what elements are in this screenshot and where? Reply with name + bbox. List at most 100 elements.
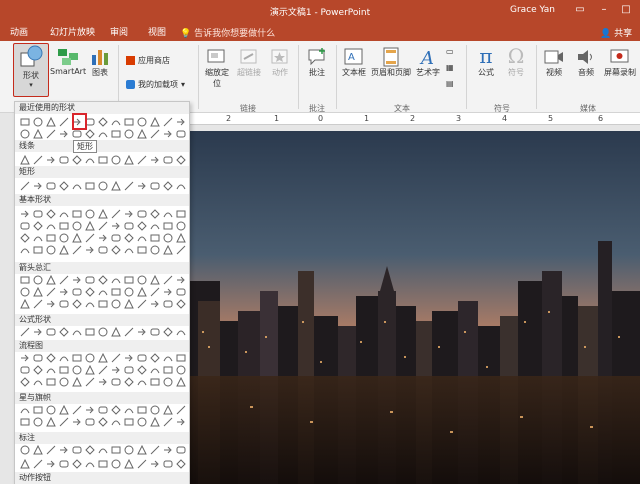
shape-option[interactable] [19, 116, 30, 127]
shape-option[interactable] [123, 208, 134, 219]
shapes-button[interactable]: 形状 ▾ [13, 43, 49, 97]
shape-option[interactable] [71, 444, 82, 455]
shape-option[interactable] [162, 208, 173, 219]
shape-option[interactable] [97, 274, 108, 285]
shape-option[interactable] [45, 220, 56, 231]
screen-record-button[interactable]: 屏幕录制 [604, 47, 636, 78]
shape-option[interactable] [110, 180, 121, 191]
shape-option[interactable] [84, 326, 95, 337]
shape-option[interactable] [32, 352, 43, 363]
shape-option[interactable] [97, 364, 108, 375]
user-name[interactable]: Grace Yan [510, 5, 555, 15]
shape-option[interactable] [19, 154, 30, 165]
shape-option[interactable] [123, 416, 134, 427]
shape-option[interactable] [175, 274, 186, 285]
shape-option[interactable] [175, 444, 186, 455]
shape-option[interactable] [45, 244, 56, 255]
shape-option[interactable] [175, 116, 186, 127]
shape-option[interactable] [175, 154, 186, 165]
date-time-icon[interactable]: ▦ [446, 63, 454, 72]
shape-option[interactable] [123, 458, 134, 469]
shape-option[interactable] [58, 220, 69, 231]
shape-option[interactable] [149, 232, 160, 243]
shape-option[interactable] [71, 208, 82, 219]
shape-option[interactable] [97, 128, 108, 139]
shape-option[interactable] [45, 180, 56, 191]
shape-option[interactable] [136, 352, 147, 363]
shape-option[interactable] [149, 180, 160, 191]
shape-option[interactable] [71, 326, 82, 337]
wordart-button[interactable]: A 艺术字 [414, 47, 442, 78]
shape-option[interactable] [149, 364, 160, 375]
shape-option[interactable] [123, 220, 134, 231]
shape-option[interactable] [175, 298, 186, 309]
shape-option[interactable] [58, 298, 69, 309]
shape-option[interactable] [32, 444, 43, 455]
shape-option[interactable] [84, 244, 95, 255]
shape-option[interactable] [136, 180, 147, 191]
shape-option[interactable] [32, 232, 43, 243]
shape-option[interactable] [84, 458, 95, 469]
shape-option[interactable] [162, 180, 173, 191]
header-footer-button[interactable]: 页眉和页脚 [370, 47, 412, 78]
shape-option[interactable] [110, 404, 121, 415]
shape-option[interactable] [84, 232, 95, 243]
shape-option[interactable] [149, 154, 160, 165]
shape-option[interactable] [162, 352, 173, 363]
shape-option[interactable] [162, 220, 173, 231]
shape-option[interactable] [162, 154, 173, 165]
shape-option[interactable] [97, 376, 108, 387]
shape-option[interactable] [136, 458, 147, 469]
shape-option[interactable] [110, 326, 121, 337]
shape-option[interactable] [136, 376, 147, 387]
shape-option[interactable] [110, 244, 121, 255]
shape-option[interactable] [136, 444, 147, 455]
shape-option[interactable] [84, 444, 95, 455]
tab-slideshow[interactable]: 幻灯片放映 [50, 25, 95, 38]
shape-option[interactable] [123, 326, 134, 337]
shape-option[interactable] [149, 326, 160, 337]
shape-option[interactable] [71, 286, 82, 297]
shape-option[interactable] [84, 286, 95, 297]
shape-option[interactable] [45, 274, 56, 285]
audio-button[interactable]: 音频 [572, 47, 600, 78]
shape-option[interactable] [97, 232, 108, 243]
shape-option[interactable] [58, 458, 69, 469]
shape-option[interactable] [32, 376, 43, 387]
shape-option[interactable] [71, 220, 82, 231]
shape-option[interactable] [58, 286, 69, 297]
shape-option[interactable] [58, 352, 69, 363]
shape-option[interactable] [175, 244, 186, 255]
shape-option[interactable] [84, 376, 95, 387]
shape-option[interactable] [162, 404, 173, 415]
shape-option[interactable] [58, 274, 69, 285]
shape-option[interactable] [45, 298, 56, 309]
minimize-icon[interactable]: – [594, 2, 614, 18]
shape-option[interactable] [19, 274, 30, 285]
shape-option[interactable] [175, 458, 186, 469]
shape-option[interactable] [19, 404, 30, 415]
shape-option[interactable] [110, 416, 121, 427]
shape-option[interactable] [162, 364, 173, 375]
shape-option[interactable] [136, 154, 147, 165]
shape-option[interactable] [71, 244, 82, 255]
shape-option[interactable] [162, 298, 173, 309]
shape-option[interactable] [58, 116, 69, 127]
shape-option[interactable] [175, 286, 186, 297]
shape-option[interactable] [136, 404, 147, 415]
shape-option[interactable] [149, 220, 160, 231]
video-button[interactable]: 视频 [540, 47, 568, 78]
shape-option[interactable] [149, 416, 160, 427]
shape-option[interactable] [162, 416, 173, 427]
shape-option[interactable] [58, 208, 69, 219]
shape-option[interactable] [58, 154, 69, 165]
maximize-icon[interactable]: □ [616, 2, 636, 18]
shape-option[interactable] [110, 352, 121, 363]
shape-option[interactable] [58, 364, 69, 375]
shape-option[interactable] [19, 128, 30, 139]
shape-option[interactable] [71, 376, 82, 387]
shape-option[interactable] [149, 376, 160, 387]
shape-option[interactable] [58, 180, 69, 191]
shape-option[interactable] [45, 352, 56, 363]
shape-option[interactable] [175, 404, 186, 415]
